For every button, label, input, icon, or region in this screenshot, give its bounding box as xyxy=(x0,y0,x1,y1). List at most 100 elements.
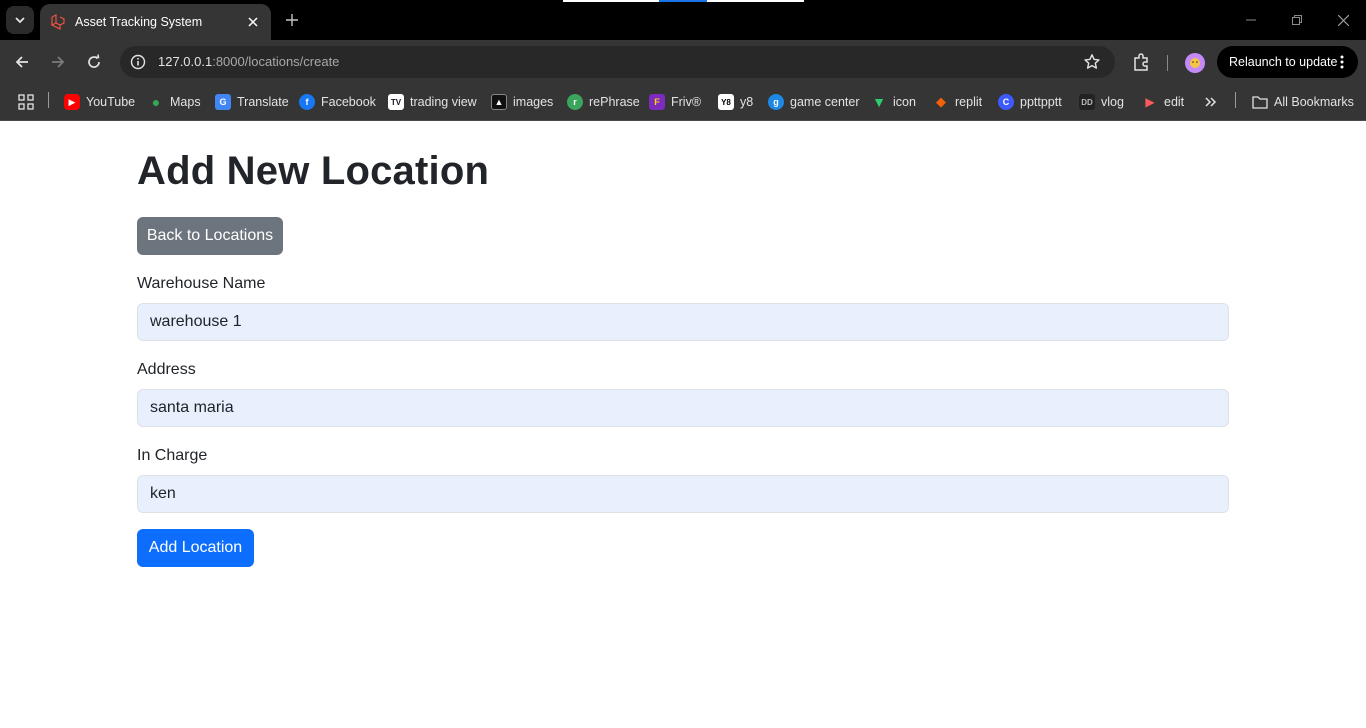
restore-icon xyxy=(1292,15,1302,25)
warehouse-name-label: Warehouse Name xyxy=(137,275,266,292)
bookmark-replit[interactable]: ◆ replit xyxy=(933,92,982,112)
address-input[interactable]: santa maria xyxy=(137,389,1229,427)
translate-icon: G xyxy=(215,94,231,110)
address-value: santa maria xyxy=(150,399,234,416)
profile-avatar-icon[interactable] xyxy=(1185,53,1205,73)
bookmark-label: trading view xyxy=(410,95,477,109)
close-window-button[interactable] xyxy=(1333,10,1353,30)
bookmark-tradingview[interactable]: TV trading view xyxy=(388,92,477,112)
bookmark-y8[interactable]: Y8 y8 xyxy=(718,92,753,112)
youtube-icon: ▶ xyxy=(64,94,80,110)
replit-icon: ◆ xyxy=(936,94,946,109)
site-info-icon[interactable] xyxy=(129,53,147,71)
bookmark-star-icon[interactable] xyxy=(1083,53,1101,71)
back-nav-button[interactable] xyxy=(10,50,34,74)
close-icon xyxy=(1337,14,1349,26)
vlog-icon: DD xyxy=(1079,94,1095,110)
images-icon: ▲ xyxy=(491,94,507,110)
bookmark-label: Maps xyxy=(170,95,201,109)
new-tab-button[interactable] xyxy=(282,10,302,30)
tradingview-icon: TV xyxy=(388,94,404,110)
tab-asset-tracking[interactable]: Asset Tracking System xyxy=(40,4,271,40)
bookmark-label: icon xyxy=(893,95,916,109)
more-menu-icon[interactable] xyxy=(1334,54,1350,70)
double-chevron-right-icon xyxy=(1205,97,1217,107)
toolbar-divider xyxy=(1167,55,1168,71)
ppttpptt-icon: C xyxy=(998,94,1014,110)
bookmark-label: YouTube xyxy=(86,95,136,109)
in-charge-label: In Charge xyxy=(137,447,208,464)
reload-button[interactable] xyxy=(82,50,106,74)
warehouse-name-value: warehouse 1 xyxy=(150,313,242,330)
relaunch-to-update-button[interactable]: Relaunch to update xyxy=(1217,46,1358,78)
minimize-icon xyxy=(1246,19,1256,21)
arrow-left-icon xyxy=(15,56,28,68)
address-label: Address xyxy=(137,361,196,378)
tab-search-button[interactable] xyxy=(6,6,34,34)
bookmark-gamecenter[interactable]: g game center xyxy=(768,92,859,112)
bookmark-rephrase[interactable]: r rePhrase xyxy=(567,92,640,112)
bookmark-label: replit xyxy=(955,95,983,109)
apps-grid-icon xyxy=(18,94,34,110)
in-charge-input[interactable]: ken xyxy=(137,475,1229,513)
back-to-locations-button[interactable]: Back to Locations xyxy=(137,217,283,255)
edit-icon: ▶ xyxy=(1145,95,1155,109)
laravel-icon xyxy=(50,14,66,30)
page-title: Add New Location xyxy=(137,149,490,193)
bookmark-friv[interactable]: F Friv® xyxy=(649,92,701,112)
facebook-icon: f xyxy=(299,94,315,110)
bookmark-icon[interactable]: ▼ icon xyxy=(871,92,916,112)
bookmark-label: edit xyxy=(1164,95,1185,109)
apps-button[interactable] xyxy=(18,92,34,112)
bookmark-label: ppttpptt xyxy=(1020,95,1062,109)
add-location-button[interactable]: Add Location xyxy=(137,529,254,567)
bookmark-ppttpptt[interactable]: C ppttpptt xyxy=(998,92,1062,112)
warehouse-name-input[interactable]: warehouse 1 xyxy=(137,303,1229,341)
bookmark-facebook[interactable]: f Facebook xyxy=(299,92,376,112)
all-bookmarks-button[interactable]: All Bookmarks xyxy=(1252,92,1354,112)
bookmarks-divider-right xyxy=(1235,92,1236,108)
page-viewport: Add New Location Back to Locations Wareh… xyxy=(0,121,1366,728)
icon-icon: ▼ xyxy=(872,94,886,110)
more-bookmarks-button[interactable] xyxy=(1204,92,1218,112)
bookmark-maps[interactable]: ● Maps xyxy=(148,92,201,112)
chevron-down-icon xyxy=(15,17,25,24)
maps-icon: ● xyxy=(151,94,161,110)
close-tab-icon[interactable] xyxy=(245,14,261,30)
bookmark-label: rePhrase xyxy=(589,95,640,109)
bookmark-images[interactable]: ▲ images xyxy=(491,92,553,112)
bookmark-label: Friv® xyxy=(671,95,702,109)
in-charge-value: ken xyxy=(150,485,176,502)
bookmark-label: y8 xyxy=(740,95,754,109)
window-drag-indicator-accent xyxy=(659,0,707,2)
bookmark-edit[interactable]: ▶ edit xyxy=(1142,92,1184,112)
relaunch-label: Relaunch to update xyxy=(1229,55,1338,69)
all-bookmarks-label: All Bookmarks xyxy=(1274,95,1354,109)
bookmark-translate[interactable]: G Translate xyxy=(215,92,289,112)
url-text[interactable]: 127.0.0.1:8000/locations/create xyxy=(158,54,339,69)
address-bar[interactable]: 127.0.0.1:8000/locations/create xyxy=(120,46,1115,78)
tab-title: Asset Tracking System xyxy=(75,15,203,29)
bookmark-vlog[interactable]: DD vlog xyxy=(1079,92,1124,112)
bookmark-label: vlog xyxy=(1101,95,1124,109)
minimize-button[interactable] xyxy=(1241,10,1261,30)
y8-icon: Y8 xyxy=(718,94,734,110)
bookmark-youtube[interactable]: ▶ YouTube xyxy=(64,92,135,112)
folder-icon xyxy=(1252,94,1268,110)
bookmark-label: images xyxy=(513,95,554,109)
tab-strip: Asset Tracking System xyxy=(0,0,1366,40)
gamecenter-icon: g xyxy=(768,94,784,110)
arrow-right-icon xyxy=(52,56,65,68)
url-host: 127.0.0.1 xyxy=(158,54,213,69)
url-path: :8000/locations/create xyxy=(212,54,340,69)
forward-nav-button[interactable] xyxy=(46,50,70,74)
bookmarks-divider xyxy=(48,92,49,108)
extensions-icon[interactable] xyxy=(1131,52,1151,72)
restore-button[interactable] xyxy=(1287,10,1307,30)
friv-icon: F xyxy=(649,94,665,110)
bookmark-label: game center xyxy=(790,95,860,109)
reload-icon xyxy=(88,54,100,68)
bookmark-label: Facebook xyxy=(321,95,376,109)
bookmark-label: Translate xyxy=(237,95,289,109)
rephrase-icon: r xyxy=(567,94,583,110)
